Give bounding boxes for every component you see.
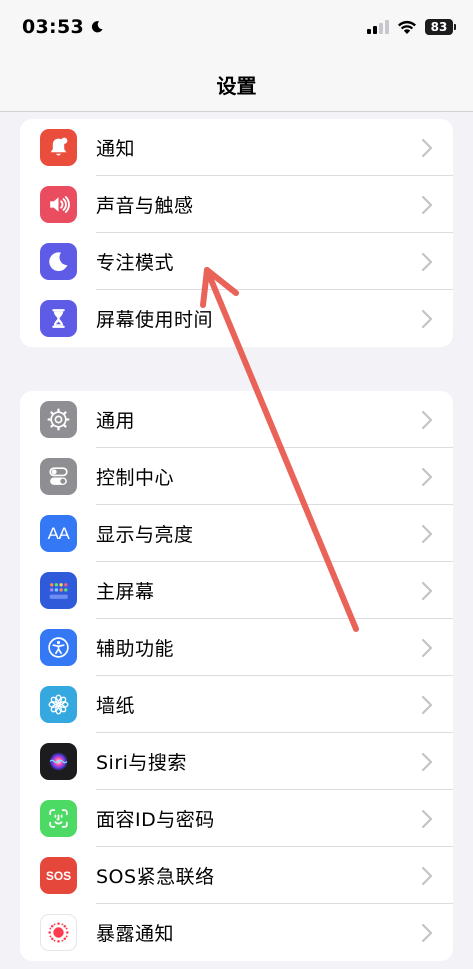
settings-row-siri[interactable]: Siri与搜索 [20,733,453,790]
row-label: Siri与搜索 [96,752,187,774]
wifi-icon [398,20,416,34]
row-label: 面容ID与密码 [96,809,215,831]
page-title: 设置 [216,74,257,98]
status-indicators: 83 [367,19,456,35]
row-label: 显示与亮度 [96,524,194,546]
row-label: 通用 [96,410,136,432]
battery-level: 83 [430,20,448,34]
chevron-right-icon [421,809,433,828]
row-label: 控制中心 [96,467,175,489]
row-label: SOS紧急联络 [96,866,215,888]
row-label: 辅助功能 [96,638,175,660]
sos-icon: SOS [40,857,77,894]
chevron-right-icon [421,467,433,486]
focus-moon-icon [91,21,103,33]
settings-row-screen-time[interactable]: 屏幕使用时间 [20,290,453,347]
chevron-right-icon [421,695,433,714]
toggle-icon [40,458,77,495]
settings-row-wallpaper[interactable]: 墙纸 [20,676,453,733]
navigation-bar: 设置 [0,58,473,112]
chevron-right-icon [421,252,433,271]
chevron-right-icon [421,866,433,885]
sos-glyph: SOS [45,868,72,883]
battery-icon: 83 [425,19,456,35]
chevron-right-icon [421,195,433,214]
siri-icon [40,743,77,780]
settings-row-general[interactable]: 通用 [20,391,453,448]
chevron-right-icon [421,923,433,942]
settings-screen: 03:53 83 设置 通知 声音与触感 专注模式 屏幕使用时间 通用 控制中心… [0,0,473,969]
chevron-right-icon [421,752,433,771]
settings-row-sounds[interactable]: 声音与触感 [20,176,453,233]
face-id-icon [40,800,77,837]
settings-group-1: 通知 声音与触感 专注模式 屏幕使用时间 [20,119,453,347]
settings-row-notifications[interactable]: 通知 [20,119,453,176]
home-grid-icon [40,572,77,609]
settings-group-2: 通用 控制中心 AA 显示与亮度 主屏幕 辅助功能 墙纸 Siri与搜索 面容I… [20,391,453,961]
row-label: 声音与触感 [96,195,194,217]
settings-row-exposure-notifications[interactable]: 暴露通知 [20,904,453,961]
text-size-glyph: AA [47,523,70,543]
bell-icon [40,129,77,166]
chevron-right-icon [421,410,433,429]
chevron-right-icon [421,138,433,157]
chevron-right-icon [421,581,433,600]
row-label: 专注模式 [96,252,175,274]
chevron-right-icon [421,524,433,543]
row-label: 暴露通知 [96,923,175,945]
chevron-right-icon [421,309,433,328]
status-bar: 03:53 83 [0,0,473,58]
settings-row-focus[interactable]: 专注模式 [20,233,453,290]
row-label: 通知 [96,138,136,160]
settings-row-home-screen[interactable]: 主屏幕 [20,562,453,619]
chevron-right-icon [421,638,433,657]
settings-row-control-center[interactable]: 控制中心 [20,448,453,505]
settings-row-face-id[interactable]: 面容ID与密码 [20,790,453,847]
row-label: 墙纸 [96,695,136,717]
row-label: 主屏幕 [96,581,155,603]
moon-icon [40,243,77,280]
row-label: 屏幕使用时间 [96,309,214,331]
hourglass-icon [40,300,77,337]
status-time-group: 03:53 [22,16,104,38]
accessibility-icon [40,629,77,666]
flower-icon [40,686,77,723]
settings-row-display[interactable]: AA 显示与亮度 [20,505,453,562]
cellular-signal-icon [367,20,389,34]
text-size-icon: AA [40,515,77,552]
speaker-icon [40,186,77,223]
gear-icon [40,401,77,438]
settings-row-emergency-sos[interactable]: SOS SOS紧急联络 [20,847,453,904]
exposure-icon [40,914,77,951]
settings-row-accessibility[interactable]: 辅助功能 [20,619,453,676]
status-time: 03:53 [22,16,84,38]
